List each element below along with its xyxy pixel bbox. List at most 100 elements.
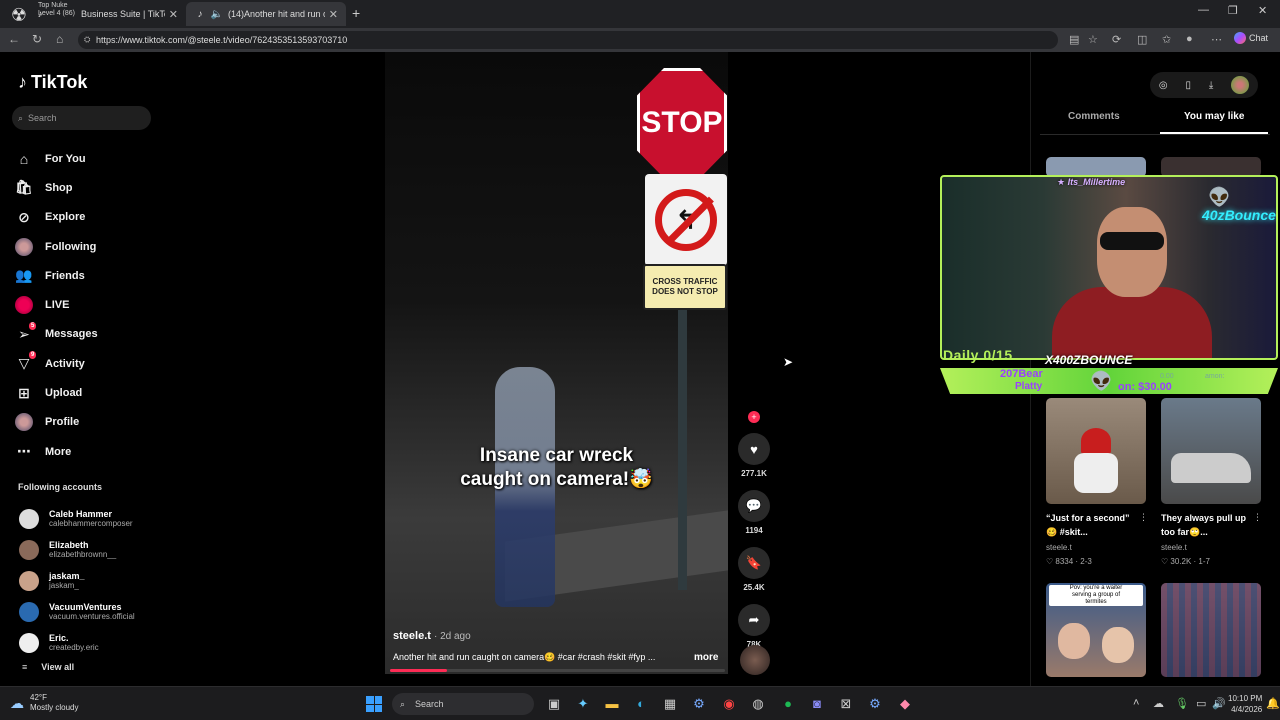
chrome-icon[interactable]: ◉ [720,695,738,713]
my-avatar[interactable] [1231,76,1250,94]
video-thumbnail[interactable] [1161,398,1261,504]
video-thumbnail[interactable] [1046,157,1146,177]
speaker-icon[interactable]: 🔈 [211,8,223,20]
favorite-star-icon[interactable]: ☆ [1088,33,1098,46]
like-button[interactable]: ♥ [738,433,770,465]
view-all-link[interactable]: ≡ View all [22,662,74,672]
site-info-icon[interactable]: ⛭ [84,31,90,49]
save-button[interactable]: 🔖 [738,547,770,579]
sidebar-item-activity[interactable]: ▽ 9 Activity [14,349,98,378]
author-name[interactable]: steele.t [393,630,431,642]
edge-icon[interactable]: ◐ [632,695,650,713]
sidebar-item-shop[interactable]: 🛍 Shop [14,173,98,202]
video-thumbnail[interactable] [1046,398,1146,504]
sidebar-item-live[interactable]: LIVE [14,290,98,319]
suggested-video-author[interactable]: steele.t [1046,543,1072,552]
account-name: Caleb Hammer [49,508,113,519]
weather-widget[interactable]: ☁ 42°F Mostly cloudy [10,693,78,713]
copilot-icon[interactable]: ✦ [574,695,592,713]
alien-neon-icon: 👽 [1208,187,1231,207]
extensions-icon[interactable]: ⟳ [1112,33,1121,46]
suggested-video-author[interactable]: steele.t [1161,543,1187,552]
tiktok-logo[interactable]: ♪ TikTok [18,72,87,93]
sidebar-item-upload[interactable]: ⊞ Upload [14,378,98,407]
spotify-icon[interactable]: ● [779,695,797,713]
obs-icon[interactable]: ◍ [749,695,767,713]
suggested-video-title[interactable]: “Just for a second” 🥴 #skit... [1046,511,1142,539]
taskbar-search[interactable]: ⌕ Search [392,693,534,715]
discord-icon[interactable]: ◙ [808,695,826,713]
sidebar-item-messages[interactable]: ➢ 5 Messages [14,320,98,349]
following-account[interactable]: Eric. createdby.eric [19,627,135,658]
following-account[interactable]: Elizabeth elizabethbrownn__ [19,534,135,565]
search-input[interactable]: ⌕ Search [12,106,151,130]
profile-avatar [14,412,34,432]
more-button[interactable]: more [694,652,718,663]
download-icon[interactable]: ⤓ [1209,80,1213,91]
more-options-icon[interactable]: ⋯ [1211,33,1222,46]
start-button[interactable] [366,696,382,712]
minimize-button[interactable]: — [1198,4,1209,16]
close-tab-icon[interactable]: ✕ [329,8,338,21]
follow-plus-icon[interactable]: + [748,411,760,423]
video-progress-bar[interactable] [390,669,725,672]
explore-icon[interactable]: ◎ [1159,80,1168,91]
home-icon[interactable]: ⌂ [56,32,63,46]
creator-avatar[interactable]: + [738,385,770,423]
comment-button[interactable]: 💬 [738,490,770,522]
video-thumbnail[interactable]: Pov: you're a waiter serving a group of … [1046,583,1146,677]
favorites-icon[interactable]: ✩ [1162,33,1171,46]
donor-name: Platty [1015,381,1043,392]
split-screen-icon[interactable]: ◫ [1137,33,1147,46]
compass-icon: ⊘ [18,208,30,225]
tab-you-may-like[interactable]: You may like [1184,111,1244,122]
sidebar-item-for-you[interactable]: ⌂ For You [14,144,98,173]
tray-chevron-icon[interactable]: ˄ [1133,697,1139,709]
tab-business-suite[interactable]: ♪ Business Suite | TikTok ✕ [26,2,186,26]
network-icon[interactable]: ▭ [1196,697,1206,710]
mic-icon[interactable]: 🎙 [1175,697,1189,710]
system-clock[interactable]: 10:10 PM 4/4/2026 [1228,693,1262,715]
share-button[interactable]: ➦ [738,604,770,636]
file-explorer-icon[interactable]: ▬ [603,695,621,713]
new-tab-button[interactable]: + [352,5,360,21]
sidebar-item-profile[interactable]: Profile [14,408,98,437]
following-account[interactable]: VacuumVentures vacuum.ventures.official [19,596,135,627]
video-thumbnail[interactable] [1161,157,1261,177]
profile-avatar[interactable]: ● [1186,33,1193,45]
tab-comments[interactable]: Comments [1068,111,1120,122]
suggested-video-title[interactable]: They always pull up too far🙄... [1161,511,1257,539]
onedrive-icon[interactable]: ☁ [1153,697,1164,710]
back-button[interactable]: ← [8,32,20,46]
refresh-button[interactable]: ↻ [32,32,42,46]
close-tab-icon[interactable]: ✕ [169,8,178,21]
app-icon[interactable]: ◆ [896,695,914,713]
video-player[interactable]: STOP ↰ CROSS TRAFFICDOES NOT STOP Insane… [385,52,728,674]
store-icon[interactable]: ▦ [661,695,679,713]
video-thumbnail[interactable] [1161,583,1261,677]
maximize-button[interactable]: ❐ [1228,4,1238,17]
music-disc-icon[interactable] [740,645,770,675]
close-window-button[interactable]: ✕ [1258,4,1267,17]
following-account[interactable]: Caleb Hammer calebhammercomposer [19,503,135,534]
volume-icon[interactable]: 🔊 [1212,697,1226,710]
capture-icon[interactable]: ⊠ [837,695,855,713]
following-account[interactable]: jaskam_ jaskam_ [19,565,135,596]
copilot-chat-button[interactable]: Chat [1234,32,1268,44]
reader-mode-icon[interactable]: ▤ [1069,33,1079,46]
sidebar-item-friends[interactable]: 👥 Friends [14,261,98,290]
donation-goal: on: $30.00 [1118,381,1172,393]
sidebar-item-following[interactable]: Following [14,232,98,261]
url-field[interactable]: ⛭ https://www.tiktok.com/@steele.t/video… [78,31,1058,49]
handle-text: Its_Millertime [1067,177,1126,187]
sidebar-item-explore[interactable]: ⊘ Explore [14,203,98,232]
video-author[interactable]: steele.t · 2d ago [393,630,471,642]
device-icon[interactable]: ▯ [1185,80,1191,91]
sidebar-item-more[interactable]: ⋯ More [14,437,98,466]
clock-time: 10:10 PM [1228,694,1263,703]
task-view-icon[interactable]: ▣ [545,695,563,713]
notifications-icon[interactable]: 🔔 [1266,697,1280,710]
steam-icon[interactable]: ⚙ [866,695,884,713]
steam-icon[interactable]: ⚙ [690,695,708,713]
tab-tiktok-video[interactable]: ♪ 🔈 (14)Another hit and run caug ✕ [186,2,346,26]
